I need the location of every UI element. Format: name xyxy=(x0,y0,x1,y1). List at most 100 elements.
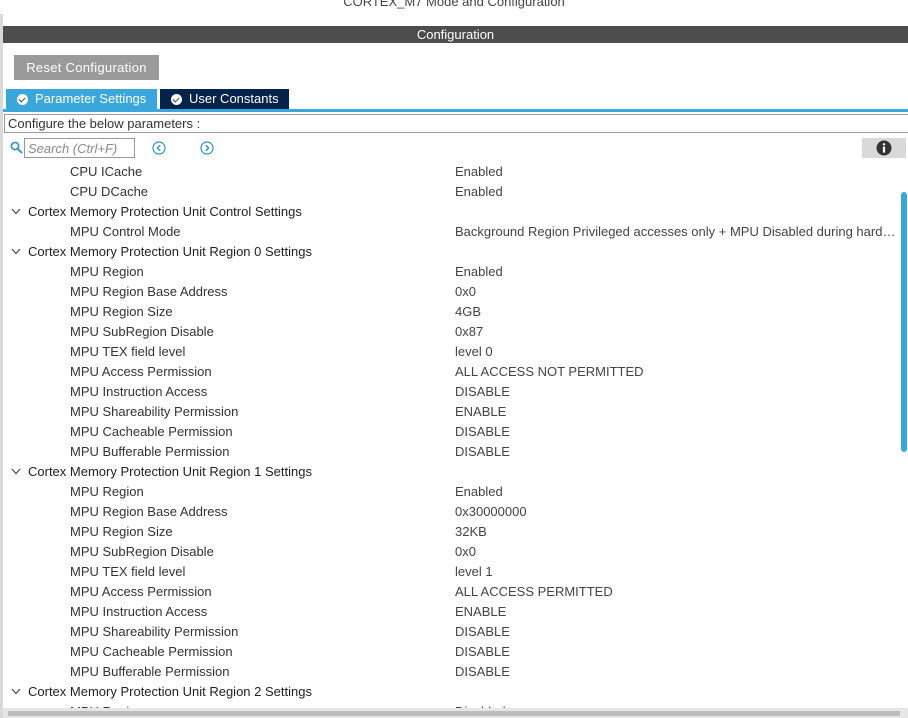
tree-param-row[interactable]: MPU Region Base Address 0x30000000 xyxy=(0,502,900,522)
param-value[interactable]: Background Region Privileged accesses on… xyxy=(455,222,898,242)
group-label: Cortex Memory Protection Unit Control Se… xyxy=(28,204,302,219)
param-label: MPU Access Permission xyxy=(70,364,212,379)
tree-param-row[interactable]: MPU Cacheable Permission DISABLE xyxy=(0,642,900,662)
tree-param-row[interactable]: MPU Shareability Permission DISABLE xyxy=(0,622,900,642)
chevron-down-icon[interactable] xyxy=(11,468,21,475)
param-label: MPU Bufferable Permission xyxy=(70,664,230,679)
tree-param-row[interactable]: MPU Bufferable Permission DISABLE xyxy=(0,442,900,462)
group-label: Cortex Memory Protection Unit Region 1 S… xyxy=(28,464,312,479)
tree-param-row[interactable]: MPU Bufferable Permission DISABLE xyxy=(0,662,900,682)
reset-configuration-button[interactable]: Reset Configuration xyxy=(14,55,159,80)
tab-underline xyxy=(3,109,908,112)
tree-param-row[interactable]: MPU Control Mode Background Region Privil… xyxy=(0,222,900,242)
parameter-tree: CPU ICache Enabled CPU DCache Enabled Cortex… xyxy=(0,162,900,708)
param-value[interactable]: DISABLE xyxy=(455,642,510,662)
param-label: MPU Region Size xyxy=(70,524,173,539)
param-label: MPU Control Mode xyxy=(70,224,181,239)
search-input[interactable] xyxy=(24,138,135,158)
tree-param-row[interactable]: MPU Region Enabled xyxy=(0,262,900,282)
tree-group-row[interactable]: Cortex Memory Protection Unit Region 2 S… xyxy=(0,682,900,702)
group-label: Cortex Memory Protection Unit Region 0 S… xyxy=(28,244,312,259)
tree-param-row[interactable]: MPU Access Permission ALL ACCESS PERMITTE… xyxy=(0,582,900,602)
chevron-down-icon[interactable] xyxy=(11,208,21,215)
param-value[interactable]: 0x30000000 xyxy=(455,502,527,522)
tree-param-row[interactable]: MPU Region Size 4GB xyxy=(0,302,900,322)
param-label: MPU SubRegion Disable xyxy=(70,544,214,559)
param-value[interactable]: level 0 xyxy=(455,342,493,362)
tree-param-row[interactable]: MPU Cacheable Permission DISABLE xyxy=(0,422,900,442)
info-panel xyxy=(862,138,906,158)
check-circle-icon xyxy=(171,93,182,105)
param-value[interactable]: Enabled xyxy=(455,482,503,502)
tree-param-row[interactable]: MPU SubRegion Disable 0x87 xyxy=(0,322,900,342)
param-value[interactable]: ALL ACCESS NOT PERMITTED xyxy=(455,362,644,382)
tree-group-row[interactable]: Cortex Memory Protection Unit Control Se… xyxy=(0,202,900,222)
param-label: CPU DCache xyxy=(70,184,149,199)
tab-label: Parameter Settings xyxy=(35,91,147,106)
tree-param-row[interactable]: MPU Region Enabled xyxy=(0,482,900,502)
tree-param-row[interactable]: MPU Region Base Address 0x0 xyxy=(0,282,900,302)
search-icon[interactable] xyxy=(10,141,23,154)
param-value[interactable]: 4GB xyxy=(455,302,481,322)
param-label: MPU Instruction Access xyxy=(70,604,208,619)
param-value[interactable]: DISABLE xyxy=(455,662,510,682)
tree-param-row[interactable]: MPU SubRegion Disable 0x0 xyxy=(0,542,900,562)
param-value[interactable]: ALL ACCESS PERMITTED xyxy=(455,582,613,602)
param-label: MPU Instruction Access xyxy=(70,384,208,399)
tree-param-row[interactable]: MPU TEX field level level 0 xyxy=(0,342,900,362)
param-label: MPU Shareability Permission xyxy=(70,624,239,639)
tree-param-row[interactable]: MPU Access Permission ALL ACCESS NOT PERM… xyxy=(0,362,900,382)
tree-param-row[interactable]: MPU Instruction Access ENABLE xyxy=(0,602,900,622)
tree-group-row[interactable]: Cortex Memory Protection Unit Region 0 S… xyxy=(0,242,900,262)
tree-param-row[interactable]: CPU ICache Enabled xyxy=(0,162,900,182)
param-value[interactable]: DISABLE xyxy=(455,442,510,462)
group-label: Cortex Memory Protection Unit Region 2 S… xyxy=(28,684,312,699)
param-value[interactable]: 0x0 xyxy=(455,282,476,302)
param-value[interactable]: ENABLE xyxy=(455,602,506,622)
chevron-left-circle-icon[interactable] xyxy=(152,141,166,155)
window-title-bar: CORTEX_M7 Mode and Configuration xyxy=(0,0,908,14)
chevron-down-icon[interactable] xyxy=(11,688,21,695)
vertical-scrollbar-thumb[interactable] xyxy=(901,192,907,452)
param-label: MPU Region xyxy=(70,484,144,499)
param-label: MPU Cacheable Permission xyxy=(70,644,233,659)
tree-param-row[interactable]: MPU Instruction Access DISABLE xyxy=(0,382,900,402)
tree-group-row[interactable]: Cortex Memory Protection Unit Region 1 S… xyxy=(0,462,900,482)
param-label: MPU Region Size xyxy=(70,304,173,319)
param-label: MPU TEX field level xyxy=(70,344,186,359)
tree-param-row[interactable]: CPU DCache Enabled xyxy=(0,182,900,202)
param-label: CPU ICache xyxy=(70,164,143,179)
tree-param-row[interactable]: MPU TEX field level level 1 xyxy=(0,562,900,582)
param-label: MPU Region Base Address xyxy=(70,504,228,519)
param-value[interactable]: ENABLE xyxy=(455,402,506,422)
param-value[interactable]: DISABLE xyxy=(455,622,510,642)
check-circle-icon xyxy=(17,93,28,105)
tree-param-row[interactable]: MPU Region Size 32KB xyxy=(0,522,900,542)
param-value[interactable]: Enabled xyxy=(455,162,503,182)
param-label: MPU Access Permission xyxy=(70,584,212,599)
param-label: MPU Region xyxy=(70,264,144,279)
tab-parameter-settings[interactable]: Parameter Settings xyxy=(6,89,157,109)
tab-user-constants[interactable]: User Constants xyxy=(160,89,289,109)
param-label: MPU SubRegion Disable xyxy=(70,324,214,339)
param-value[interactable]: 0x0 xyxy=(455,542,476,562)
configure-hint: Configure the below parameters : xyxy=(4,114,908,133)
tree-param-row[interactable]: MPU Shareability Permission ENABLE xyxy=(0,402,900,422)
chevron-down-icon[interactable] xyxy=(11,248,21,255)
tab-label: User Constants xyxy=(189,91,279,106)
horizontal-scrollbar-thumb[interactable] xyxy=(8,711,900,716)
window-title: CORTEX_M7 Mode and Configuration xyxy=(343,0,565,9)
param-value[interactable]: DISABLE xyxy=(455,382,510,402)
param-value[interactable]: Enabled xyxy=(455,182,503,202)
info-icon[interactable] xyxy=(876,140,892,156)
param-label: MPU Bufferable Permission xyxy=(70,444,230,459)
param-label: MPU TEX field level xyxy=(70,564,186,579)
param-value[interactable]: 32KB xyxy=(455,522,487,542)
param-label: MPU Shareability Permission xyxy=(70,404,239,419)
param-value[interactable]: DISABLE xyxy=(455,422,510,442)
param-label: MPU Region Base Address xyxy=(70,284,228,299)
chevron-right-circle-icon[interactable] xyxy=(200,141,214,155)
param-value[interactable]: level 1 xyxy=(455,562,493,582)
param-value[interactable]: 0x87 xyxy=(455,322,483,342)
param-value[interactable]: Enabled xyxy=(455,262,503,282)
